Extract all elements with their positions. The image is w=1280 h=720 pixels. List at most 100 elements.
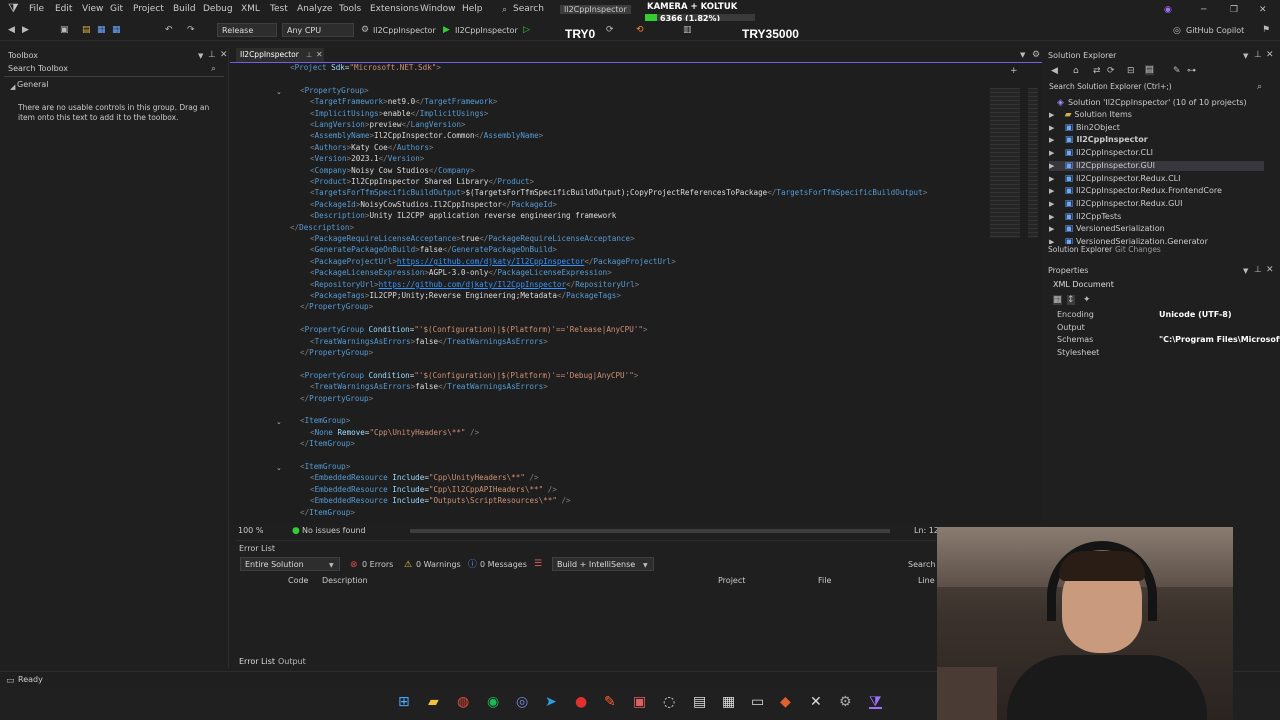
solution-tree-item[interactable]: ▶ ▰ Solution Items	[1049, 110, 1132, 120]
tab-list-icon[interactable]: ▼	[1020, 50, 1025, 60]
restore-icon[interactable]: ❐	[1230, 5, 1238, 15]
panel-close-icon[interactable]: ✕	[1266, 265, 1274, 275]
spotify-icon[interactable]: ◉	[487, 695, 499, 709]
open-icon[interactable]: ▤	[82, 25, 91, 35]
refresh-icon[interactable]: ⟳	[606, 25, 614, 35]
code-line[interactable]: <Description>Unity IL2CPP application re…	[310, 210, 616, 221]
messages-filter[interactable]: 0 Messages	[480, 560, 527, 569]
account-icon[interactable]: ◉	[1164, 5, 1172, 15]
search-button[interactable]: Search	[513, 4, 544, 14]
solution-tree-item[interactable]: ▶ ▣ VersionedSerialization.Generator	[1049, 237, 1208, 244]
code-line[interactable]: <EmbeddedResource Include="Outputs\Scrip…	[310, 495, 571, 506]
preview-icon[interactable]: ⊶	[1187, 66, 1196, 76]
code-line[interactable]: <PackageId>NoisyCowStudios.Il2CppInspect…	[310, 199, 557, 210]
solution-tree-item[interactable]: ▶ ▣ Il2CppInspector.CLI	[1049, 148, 1153, 158]
code-line[interactable]: <PropertyGroup Condition="'$(Configurati…	[300, 324, 647, 335]
telegram-icon[interactable]: ➤	[545, 695, 557, 709]
code-line[interactable]: <PackageRequireLicenseAcceptance>true</P…	[310, 233, 635, 244]
chrome-icon[interactable]: ◍	[457, 695, 469, 709]
solution-root[interactable]: Solution 'Il2CppInspector' (10 of 10 pro…	[1068, 98, 1247, 107]
ida-icon[interactable]: ▣	[633, 695, 646, 709]
code-line[interactable]: <AssemblyName>Il2CppInspector.Common</As…	[310, 130, 543, 141]
menu-xml[interactable]: XML	[241, 4, 260, 14]
new-item-icon[interactable]: ▣	[60, 25, 69, 35]
code-line[interactable]: <ItemGroup>	[300, 415, 350, 426]
bottom-tab-output[interactable]: Output	[278, 657, 306, 666]
start-without-debugging-icon[interactable]: ▷	[523, 25, 530, 35]
filter-icon[interactable]: ☰	[534, 559, 542, 569]
expand-arrow-icon[interactable]: ▶	[1049, 213, 1057, 221]
windows-start-icon[interactable]: ⊞	[398, 695, 410, 709]
code-line[interactable]: <PropertyGroup>	[300, 85, 369, 96]
settings-app-icon[interactable]: ⚙	[839, 695, 852, 709]
column-code[interactable]: Code	[288, 576, 308, 585]
solution-tree-item[interactable]: ▶ ▣ Il2CppInspector.Redux.CLI	[1049, 174, 1180, 184]
undo-icon[interactable]: ↶	[165, 25, 173, 35]
expand-arrow-icon[interactable]: ▶	[1049, 200, 1057, 208]
expand-arrow-icon[interactable]: ▶	[1049, 136, 1057, 144]
solution-tree-item[interactable]: ▶ ▣ Il2CppInspector.Redux.FrontendCore	[1049, 186, 1222, 196]
file-explorer-icon[interactable]: ▰	[428, 695, 439, 709]
run-target-button[interactable]: Il2CppInspector	[455, 26, 518, 35]
game-icon[interactable]: ◆	[780, 695, 791, 709]
column-project[interactable]: Project	[718, 576, 745, 585]
code-line[interactable]: <None Remove="Cpp\UnityHeaders\**" />	[310, 427, 479, 438]
scope-dropdown[interactable]: Entire Solution ▼	[240, 557, 340, 571]
minimize-icon[interactable]: ─	[1201, 5, 1206, 15]
code-line[interactable]: <TreatWarningsAsErrors>false</TreatWarni…	[310, 336, 548, 347]
code-line[interactable]: <GeneratePackageOnBuild>false</GenerateP…	[310, 244, 557, 255]
tab-close-icon[interactable]: ✕	[316, 50, 323, 60]
menu-tools[interactable]: Tools	[339, 4, 361, 14]
search-icon[interactable]: ⌕	[502, 5, 507, 15]
discord-icon[interactable]: ◎	[516, 695, 528, 709]
menu-window[interactable]: Window	[420, 4, 456, 14]
code-line[interactable]: <ImplicitUsings>enable</ImplicitUsings>	[310, 108, 488, 119]
zoom-level[interactable]: 100 %	[238, 526, 263, 535]
code-line[interactable]: </ItemGroup>	[300, 438, 355, 449]
code-line[interactable]: <EmbeddedResource Include="Cpp\UnityHead…	[310, 472, 539, 483]
feedback-icon[interactable]: ⚑	[1262, 25, 1270, 35]
ghidra-icon[interactable]: ▦	[722, 695, 735, 709]
code-line[interactable]: </PropertyGroup>	[300, 301, 373, 312]
panel-dropdown-icon[interactable]: ▼	[1243, 266, 1248, 276]
menu-git[interactable]: Git	[110, 4, 123, 14]
properties-icon[interactable]: ✎	[1173, 66, 1181, 76]
code-line[interactable]: <ItemGroup>	[300, 461, 350, 472]
solution-tree-item[interactable]: ▶ ▣ Il2CppInspector.GUI	[1049, 160, 1264, 171]
hot-reload-icon[interactable]: ⟲	[636, 25, 644, 35]
tab-git-changes[interactable]: Git Changes	[1115, 245, 1161, 254]
code-line[interactable]: <PackageProjectUrl>https://github.com/dj…	[310, 256, 676, 267]
code-editor[interactable]: <Project Sdk="Microsoft.NET.Sdk"> <Proper…	[230, 48, 1042, 538]
collapse-arrow-icon[interactable]: ◢	[10, 82, 15, 92]
solution-tree-item[interactable]: ▶ ▣ VersionedSerialization	[1049, 224, 1165, 234]
code-line[interactable]: </PropertyGroup>	[300, 393, 373, 404]
save-icon[interactable]: ▦	[97, 25, 106, 35]
forward-icon[interactable]: ▶	[22, 25, 29, 35]
menu-extensions[interactable]: Extensions	[370, 4, 419, 14]
code-line[interactable]: <Version>2023.1</Version>	[310, 153, 424, 164]
property-value[interactable]: Unicode (UTF-8)	[1159, 310, 1280, 319]
code-line[interactable]: <Authors>Katy Coe</Authors>	[310, 142, 434, 153]
fold-chevron-icon[interactable]: ⌄	[276, 87, 282, 97]
errors-filter[interactable]: 0 Errors	[362, 560, 393, 569]
expand-arrow-icon[interactable]: ▶	[1049, 149, 1057, 157]
solution-tree-item[interactable]: ▶ ▣ Il2CppTests	[1049, 212, 1121, 222]
solution-tree-item[interactable]: ▶ ▣ Bin2Object	[1049, 123, 1120, 133]
toolbox-group-general[interactable]: General	[17, 80, 49, 89]
settings-gear-icon[interactable]: ⚙	[1032, 50, 1040, 60]
menu-help[interactable]: Help	[462, 4, 483, 14]
code-line[interactable]: <PackageTags>IL2CPP;Unity;Reverse Engine…	[310, 290, 621, 301]
vertical-scrollbar[interactable]	[1020, 62, 1028, 522]
panel-dropdown-icon[interactable]: ▼	[1243, 51, 1248, 61]
tab-solution-explorer[interactable]: Solution Explorer	[1048, 245, 1112, 254]
code-line[interactable]: <TargetFramework>net9.0</TargetFramework…	[310, 96, 497, 107]
code-line[interactable]: <RepositoryUrl>https://github.com/djkaty…	[310, 279, 639, 290]
solution-tree-item[interactable]: ▶ ▣ Il2CppInspector.Redux.GUI	[1049, 199, 1182, 209]
expand-arrow-icon[interactable]: ▶	[1049, 225, 1057, 233]
wrench-icon[interactable]: ✦	[1083, 295, 1091, 305]
pen-app-icon[interactable]: ✎	[604, 695, 616, 709]
tab-pin-icon[interactable]: ⊥	[306, 50, 312, 60]
solution-search-input[interactable]: Search Solution Explorer (Ctrl+;) ⌕	[1045, 81, 1280, 93]
code-line[interactable]: <TreatWarningsAsErrors>false</TreatWarni…	[310, 381, 548, 392]
expand-arrow-icon[interactable]: ▶	[1049, 187, 1057, 195]
